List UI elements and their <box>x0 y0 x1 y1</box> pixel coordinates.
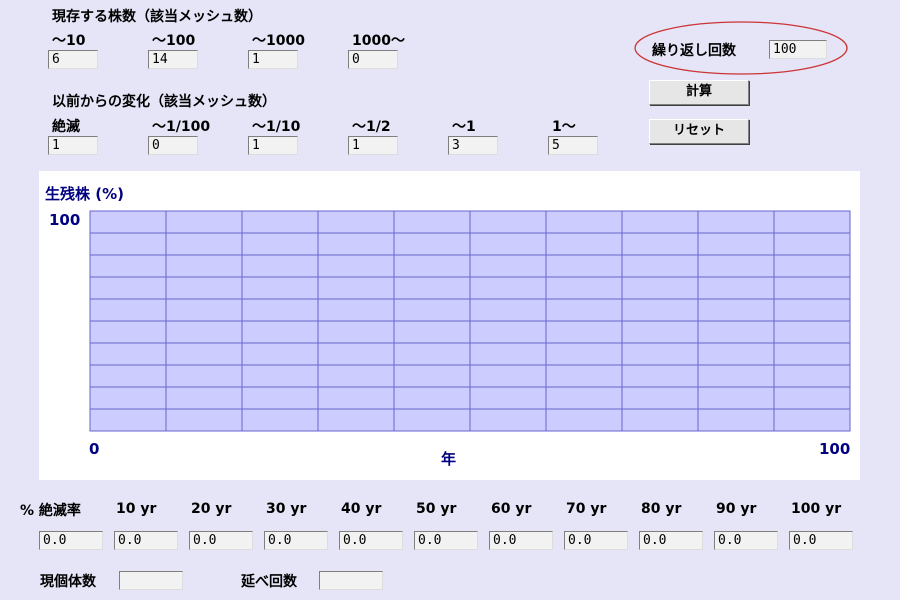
y-axis-max-label: 100 <box>49 211 81 229</box>
repeat-label: 繰り返し回数 <box>652 43 736 59</box>
x-axis-title: 年 <box>441 450 457 468</box>
chart-plot-area <box>89 210 851 432</box>
change-field-1-2[interactable]: 1 <box>348 136 398 155</box>
extinction-rate-label: % 絶滅率 <box>20 503 81 519</box>
total-runs-field[interactable] <box>319 571 383 590</box>
x-axis-max-label: 100 <box>819 440 851 458</box>
chart-panel: 生残株 (%) 100 0 100 年 <box>39 171 860 480</box>
population-field[interactable] <box>119 571 183 590</box>
extinction-field-100[interactable]: 0.0 <box>714 531 778 550</box>
current-field-10[interactable]: 6 <box>48 50 98 69</box>
extinction-field-70[interactable]: 0.0 <box>489 531 553 550</box>
calculate-button[interactable]: 計算 <box>649 80 749 105</box>
extinction-field-40[interactable]: 0.0 <box>264 531 328 550</box>
extinction-field-60[interactable]: 0.0 <box>414 531 478 550</box>
current-label-100: ～100 <box>152 33 196 49</box>
change-field-1-100[interactable]: 0 <box>148 136 198 155</box>
current-label-over-1000: 1000～ <box>352 33 405 49</box>
total-runs-label: 延べ回数 <box>241 574 297 590</box>
chart-title: 生残株 (%) <box>45 185 124 203</box>
current-label-1000: ～1000 <box>252 33 305 49</box>
current-label-10: ～10 <box>52 33 86 49</box>
repeat-count-field[interactable]: 100 <box>769 40 827 59</box>
reset-button[interactable]: リセット <box>649 119 749 144</box>
extinction-field-30[interactable]: 0.0 <box>189 531 253 550</box>
extinction-field-extra[interactable]: 0.0 <box>789 531 853 550</box>
current-field-1000[interactable]: 1 <box>248 50 298 69</box>
extinction-field-20[interactable]: 0.0 <box>114 531 178 550</box>
change-label-1: ～1 <box>452 119 476 135</box>
year-label-90: 90 yr <box>716 501 757 517</box>
population-label: 現個体数 <box>40 574 96 590</box>
change-field-over-1[interactable]: 5 <box>548 136 598 155</box>
year-label-40: 40 yr <box>341 501 382 517</box>
change-label-extinct: 絶滅 <box>52 119 80 135</box>
year-label-20: 20 yr <box>191 501 232 517</box>
year-label-100: 100 yr <box>791 501 842 517</box>
change-field-extinct[interactable]: 1 <box>48 136 98 155</box>
current-section-title: 現存する株数（該当メッシュ数） <box>52 9 262 25</box>
year-label-30: 30 yr <box>266 501 307 517</box>
change-section-title: 以前からの変化（該当メッシュ数） <box>52 94 276 110</box>
change-label-1-100: ～1/100 <box>152 119 211 135</box>
year-label-60: 60 yr <box>491 501 532 517</box>
change-label-1-2: ～1/2 <box>352 119 391 135</box>
extinction-field-80[interactable]: 0.0 <box>564 531 628 550</box>
change-field-1[interactable]: 3 <box>448 136 498 155</box>
change-label-1-10: ～1/10 <box>252 119 301 135</box>
extinction-field-50[interactable]: 0.0 <box>339 531 403 550</box>
year-label-70: 70 yr <box>566 501 607 517</box>
year-label-10: 10 yr <box>116 501 157 517</box>
change-field-1-10[interactable]: 1 <box>248 136 298 155</box>
change-label-over-1: 1～ <box>552 119 576 135</box>
current-field-100[interactable]: 14 <box>148 50 198 69</box>
current-field-over-1000[interactable]: 0 <box>348 50 398 69</box>
year-label-50: 50 yr <box>416 501 457 517</box>
extinction-field-10[interactable]: 0.0 <box>39 531 103 550</box>
year-label-80: 80 yr <box>641 501 682 517</box>
x-axis-min-label: 0 <box>89 440 100 458</box>
extinction-field-90[interactable]: 0.0 <box>639 531 703 550</box>
